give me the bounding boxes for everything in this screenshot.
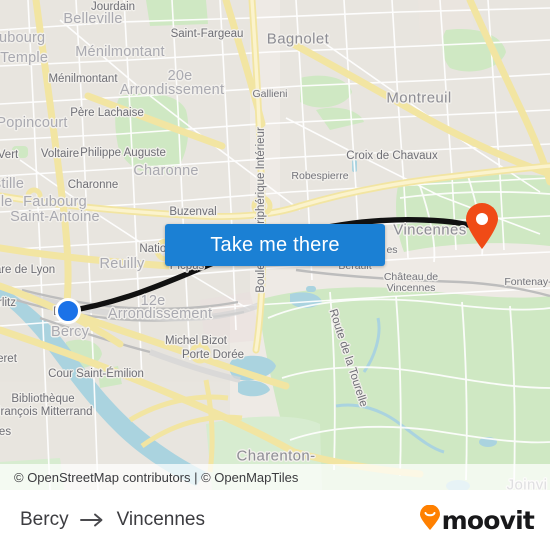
map-attribution[interactable]: © OpenStreetMap contributors | © OpenMap… — [0, 464, 550, 490]
moovit-pin-icon — [419, 504, 441, 536]
route-summary: Bercy Vincennes — [20, 509, 205, 531]
moovit-wordmark: moovit — [441, 505, 535, 535]
moovit-route-card: JourdainBellevilleSaint-FargeauBagnoleta… — [0, 0, 550, 550]
footer-bar: Bercy Vincennes moovit — [0, 490, 550, 550]
route-origin-label: Bercy — [20, 509, 69, 530]
destination-marker-vincennes[interactable] — [464, 202, 500, 250]
map-canvas[interactable]: JourdainBellevilleSaint-FargeauBagnoleta… — [0, 0, 550, 490]
arrow-right-icon — [79, 513, 106, 527]
moovit-logo[interactable]: moovit — [419, 504, 535, 536]
take-me-there-button[interactable]: Take me there — [165, 224, 385, 266]
origin-marker-bercy[interactable] — [55, 298, 81, 324]
route-destination-label: Vincennes — [116, 509, 205, 530]
